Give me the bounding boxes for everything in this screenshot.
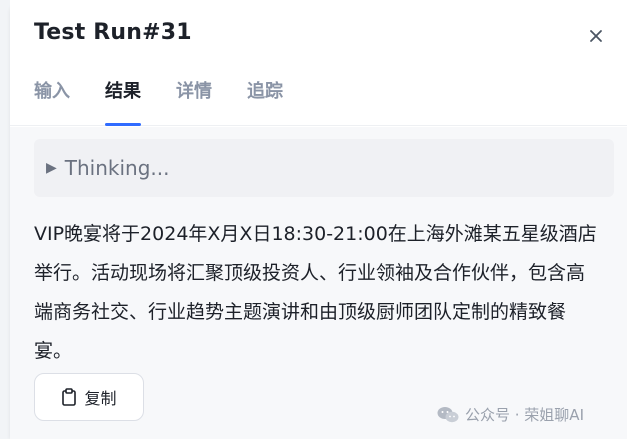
result-text: VIP晚宴将于2024年X月X日18:30-21:00在上海外滩某五星级酒店举行… (34, 223, 597, 362)
close-button[interactable] (584, 24, 608, 48)
thinking-toggle[interactable]: ▶ Thinking... (34, 139, 614, 197)
page-title: Test Run#31 (34, 20, 192, 45)
watermark-text: 公众号 · 荣姐聊AI (465, 406, 584, 424)
tab-details[interactable]: 详情 (176, 80, 212, 126)
tab-input[interactable]: 输入 (34, 80, 70, 126)
wechat-icon (437, 406, 459, 422)
thinking-label: Thinking... (64, 156, 170, 180)
copy-button-label: 复制 (84, 389, 117, 408)
tab-bar: 输入 结果 详情 追踪 (34, 80, 318, 126)
close-icon (590, 30, 602, 42)
watermark: 公众号 · 荣姐聊AI (437, 404, 584, 425)
triangle-right-icon: ▶ (46, 160, 57, 176)
panel-header: Test Run#31 输入 结果 详情 追踪 (10, 0, 627, 126)
copy-button[interactable]: 复制 (34, 373, 144, 421)
result-content: ▶ Thinking... VIP晚宴将于2024年X月X日18:30-21:0… (10, 127, 627, 439)
tab-trace[interactable]: 追踪 (247, 80, 283, 126)
test-run-panel: Test Run#31 输入 结果 详情 追踪 ▶ Thinking... VI… (10, 0, 627, 439)
clipboard-icon (62, 388, 77, 406)
tab-result[interactable]: 结果 (105, 80, 141, 126)
